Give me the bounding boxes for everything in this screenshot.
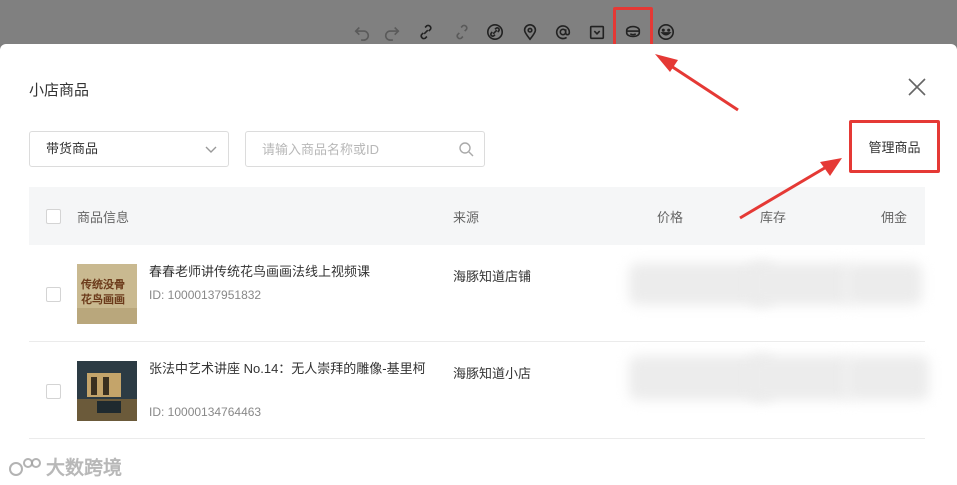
search-input[interactable] (246, 132, 446, 166)
link-icon[interactable] (416, 22, 436, 42)
select-all-checkbox[interactable] (46, 209, 61, 224)
product-search (245, 131, 485, 167)
modal-title: 小店商品 (29, 82, 90, 99)
product-box-icon[interactable] (587, 22, 607, 42)
chevron-down-icon (205, 146, 217, 153)
watermark-text: 大数跨境 (46, 458, 123, 479)
product-thumbnail: 传统没骨 花鸟画画 (77, 264, 137, 324)
undo-icon[interactable] (352, 22, 372, 42)
header-source: 来源 (453, 210, 480, 225)
product-name[interactable]: 张法中艺术讲座 No.14：无人崇拜的雕像-基里柯 (149, 359, 429, 379)
header-info: 商品信息 (77, 210, 130, 225)
product-name[interactable]: 春春老师讲传统花鸟画画法线上视频课 (149, 262, 429, 282)
location-icon[interactable] (520, 22, 540, 42)
unlink-icon[interactable] (452, 22, 472, 42)
product-source: 海豚知道店铺 (453, 269, 532, 284)
close-icon[interactable] (906, 76, 928, 98)
watermark: 大数跨境 (8, 453, 122, 480)
header-commission: 佣金 (881, 210, 908, 225)
mention-icon[interactable] (553, 22, 573, 42)
stock-redacted (749, 356, 849, 400)
hyperlink-circle-icon[interactable] (485, 22, 505, 42)
header-stock: 库存 (760, 210, 787, 225)
commission-redacted (844, 356, 929, 400)
watermark-logo-icon (9, 457, 41, 476)
manage-products-button[interactable]: 管理商品 (852, 137, 937, 156)
thumb-text-line-1: 传统没骨 (80, 277, 125, 291)
product-source: 海豚知道小店 (453, 366, 532, 381)
product-id: ID: 10000134764463 (149, 405, 262, 419)
store-products-modal: 小店商品 带货商品 管理商品 商品信息 来源 价格 库存 佣金 传统没骨 花鸟画… (0, 44, 957, 485)
header-price: 价格 (657, 210, 684, 225)
table-header: 商品信息 来源 价格 库存 佣金 (29, 187, 925, 245)
row-checkbox[interactable] (46, 287, 61, 302)
thumb-text-line-2: 花鸟画画 (81, 292, 125, 306)
product-thumbnail (77, 361, 137, 421)
editor-toolbar (0, 0, 957, 53)
commission-redacted (844, 263, 922, 305)
table-row: 张法中艺术讲座 No.14：无人崇拜的雕像-基里柯 ID: 1000013476… (29, 342, 929, 439)
product-type-select-value: 带货商品 (46, 141, 99, 156)
stock-redacted (749, 263, 849, 305)
redo-icon[interactable] (382, 22, 402, 42)
product-id: ID: 10000137951832 (149, 288, 262, 302)
table-row: 传统没骨 花鸟画画 春春老师讲传统花鸟画画法线上视频课 ID: 10000137… (29, 245, 925, 342)
search-icon[interactable] (458, 141, 474, 157)
emoji-icon[interactable] (656, 22, 676, 42)
row-checkbox[interactable] (46, 384, 61, 399)
product-type-select[interactable]: 带货商品 (29, 131, 229, 167)
